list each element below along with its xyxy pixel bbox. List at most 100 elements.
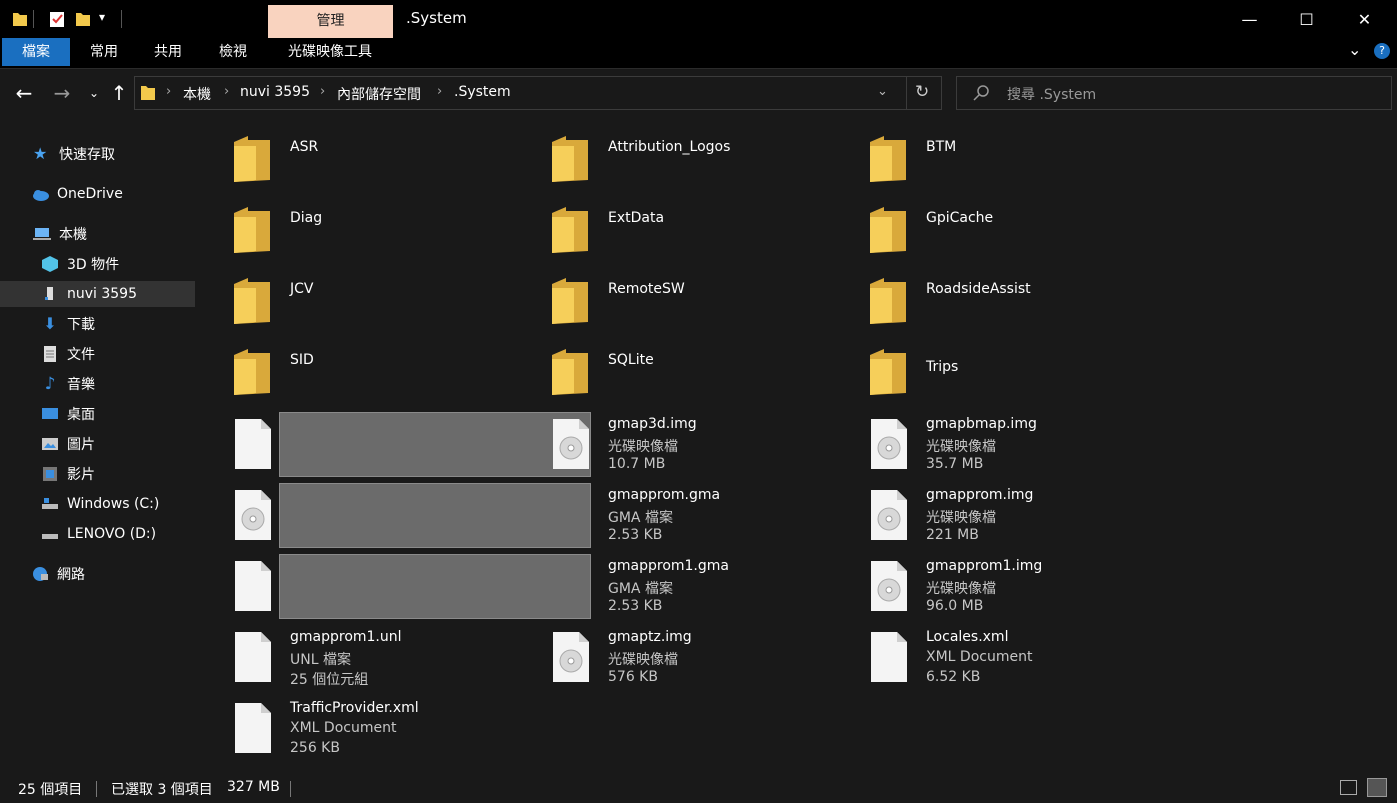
breadcrumb-internal-storage[interactable]: 內部儲存空間 [337, 84, 421, 104]
folder-icon[interactable] [868, 347, 908, 397]
file-icon[interactable] [869, 631, 909, 683]
sidebar-item-this-pc[interactable]: 本機 [0, 221, 195, 247]
maximize-button[interactable]: ☐ [1278, 0, 1335, 38]
disc-image-file-icon[interactable] [869, 560, 909, 612]
folder-name[interactable]: Trips [926, 359, 958, 375]
tab-home[interactable]: 常用 [80, 38, 128, 66]
folder-icon[interactable] [232, 134, 272, 184]
selection-highlight [279, 554, 591, 619]
breadcrumb-system[interactable]: .System [454, 84, 511, 100]
file-size: 6.52 KB [926, 669, 981, 685]
back-icon[interactable]: ← [12, 80, 36, 106]
file-name[interactable]: TrafficProvider.xml [290, 700, 419, 716]
sidebar-item-drive-c[interactable]: Windows (C:) [0, 491, 195, 517]
selected-size: 327 MB [227, 779, 280, 795]
tab-share[interactable]: 共用 [144, 38, 192, 66]
file-name[interactable]: gmapprom1.img [926, 558, 1042, 574]
folder-name[interactable]: Attribution_Logos [608, 139, 730, 155]
disc-image-file-icon[interactable] [869, 489, 909, 541]
quick-access-dropdown-icon[interactable]: ▾ [99, 10, 105, 24]
help-icon[interactable]: ? [1374, 43, 1390, 59]
tab-disc-image-tools[interactable]: 光碟映像工具 [276, 38, 384, 66]
sidebar-item-music[interactable]: ♪ 音樂 [0, 371, 195, 397]
folder-name[interactable]: SID [290, 352, 314, 368]
disc-image-file-icon[interactable] [551, 631, 591, 683]
refresh-icon[interactable]: ↻ [915, 82, 929, 102]
breadcrumb-nuvi[interactable]: nuvi 3595 [240, 84, 310, 100]
sidebar-item-onedrive[interactable]: OneDrive [0, 181, 195, 207]
folder-icon[interactable] [550, 347, 590, 397]
recent-locations-icon[interactable]: ⌄ [82, 80, 106, 106]
file-icon[interactable] [233, 702, 273, 754]
file-name[interactable]: gmapprom.gma [608, 487, 720, 503]
folder-name[interactable]: ASR [290, 139, 318, 155]
sidebar-item-drive-d[interactable]: LENOVO (D:) [0, 521, 195, 547]
file-name[interactable]: Locales.xml [926, 629, 1008, 645]
file-icon[interactable] [233, 631, 273, 683]
pictures-icon [42, 438, 58, 450]
file-name[interactable]: gmapbmap.img [926, 416, 1037, 432]
sidebar-item-downloads[interactable]: ⬇ 下載 [0, 311, 195, 337]
folder-name[interactable]: RoadsideAssist [926, 281, 1031, 297]
forward-icon[interactable]: → [50, 80, 74, 106]
folder-icon[interactable] [550, 205, 590, 255]
sidebar-item-documents[interactable]: 文件 [0, 341, 195, 367]
sidebar-item-pictures[interactable]: 圖片 [0, 431, 195, 457]
file-icon[interactable] [233, 418, 273, 470]
file-icon[interactable] [233, 560, 273, 612]
file-type: 光碟映像檔 [608, 652, 678, 668]
large-icons-view-icon[interactable] [1367, 778, 1387, 797]
minimize-button[interactable]: — [1221, 0, 1278, 38]
file-type: UNL 檔案 [290, 652, 351, 668]
disc-image-file-icon[interactable] [233, 489, 273, 541]
folder-name[interactable]: GpiCache [926, 210, 993, 226]
sidebar-item-network[interactable]: 網路 [0, 561, 195, 587]
disc-image-file-icon[interactable] [869, 418, 909, 470]
network-icon [33, 567, 48, 581]
sidebar-item-label: 下載 [67, 317, 95, 333]
file-name[interactable]: gmap3d.img [608, 416, 697, 432]
folder-icon[interactable] [232, 205, 272, 255]
folder-name[interactable]: SQLite [608, 352, 654, 368]
file-type: XML Document [926, 649, 1033, 665]
sidebar-item-label: OneDrive [57, 186, 123, 202]
sidebar-item-3d-objects[interactable]: 3D 物件 [0, 251, 195, 277]
breadcrumb-this-pc[interactable]: 本機 [183, 84, 211, 104]
context-tab-manage[interactable]: 管理 [268, 5, 393, 38]
folder-name[interactable]: BTM [926, 139, 956, 155]
search-input[interactable]: 搜尋 .System [1007, 84, 1096, 104]
tab-view[interactable]: 檢視 [209, 38, 257, 66]
address-dropdown-icon[interactable]: ⌄ [877, 84, 888, 99]
sidebar-item-label: 網路 [57, 567, 85, 583]
details-view-icon[interactable] [1340, 780, 1357, 795]
folder-icon[interactable] [868, 134, 908, 184]
chevron-down-icon[interactable]: ⌄ [1348, 40, 1361, 59]
file-name[interactable]: gmapprom.img [926, 487, 1033, 503]
sidebar-item-nuvi[interactable]: nuvi 3595 [0, 281, 195, 307]
folder-icon[interactable] [550, 134, 590, 184]
sidebar-item-desktop[interactable]: 桌面 [0, 401, 195, 427]
file-name[interactable]: gmapprom1.gma [608, 558, 729, 574]
disc-image-file-icon[interactable] [551, 418, 591, 470]
close-button[interactable]: ✕ [1336, 0, 1393, 38]
folder-icon[interactable] [232, 347, 272, 397]
sidebar-item-quick-access[interactable]: ★ 快速存取 [0, 141, 195, 167]
folder-name[interactable]: JCV [290, 281, 313, 297]
folder-icon[interactable] [550, 276, 590, 326]
file-name[interactable]: gmaptz.img [608, 629, 692, 645]
file-type: GMA 檔案 [608, 581, 673, 597]
file-size: 10.7 MB [608, 456, 666, 472]
folder-name[interactable]: RemoteSW [608, 281, 685, 297]
file-name[interactable]: gmapprom1.unl [290, 629, 402, 645]
folder-icon[interactable] [868, 276, 908, 326]
folder-name[interactable]: ExtData [608, 210, 664, 226]
properties-icon[interactable] [49, 10, 65, 28]
folder-icon[interactable] [868, 205, 908, 255]
new-folder-icon[interactable] [75, 10, 91, 28]
file-size: 35.7 MB [926, 456, 984, 472]
up-icon[interactable]: ↑ [107, 80, 131, 106]
sidebar-item-videos[interactable]: 影片 [0, 461, 195, 487]
folder-name[interactable]: Diag [290, 210, 322, 226]
folder-icon[interactable] [232, 276, 272, 326]
tab-file[interactable]: 檔案 [2, 38, 70, 66]
